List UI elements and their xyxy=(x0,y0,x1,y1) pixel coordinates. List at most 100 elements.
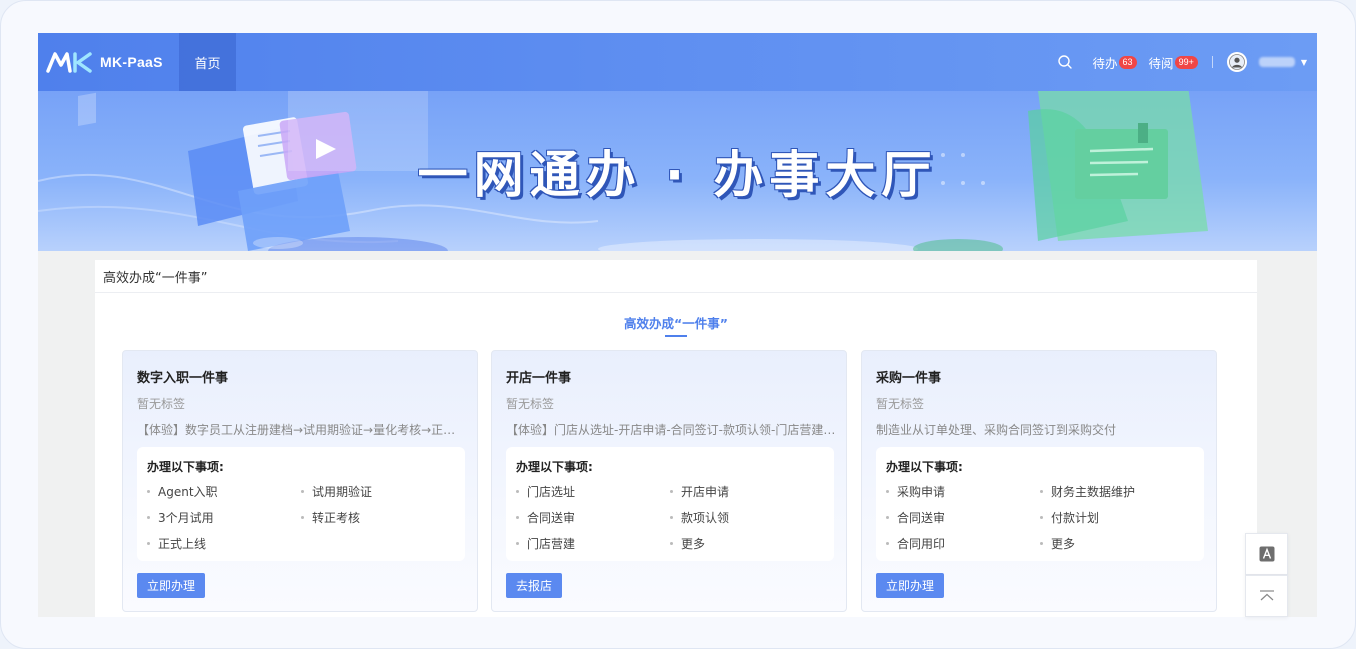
card-items-box: 办理以下事项: Agent入职 试用期验证 3个月试用 转正考核 正式上线 xyxy=(137,447,465,561)
font-size-button[interactable] xyxy=(1245,533,1288,575)
item-label: 付款计划 xyxy=(1051,511,1100,525)
card-title: 采购一件事 xyxy=(876,371,942,386)
bullet-dot xyxy=(886,490,889,493)
list-item[interactable]: 合同用印 xyxy=(886,535,945,552)
bullet-dot xyxy=(301,490,304,493)
list-item[interactable]: 试用期验证 xyxy=(301,483,372,500)
item-label: 合同送审 xyxy=(527,511,576,525)
floating-toolbar xyxy=(1245,533,1288,617)
item-label: 财务主数据维护 xyxy=(1051,485,1136,499)
items-title: 办理以下事项: xyxy=(886,460,963,474)
card-description: 【体验】数字员工从注册建档→试用期验证→量化考核→正式上线 xyxy=(137,423,467,437)
bullet-dot xyxy=(886,542,889,545)
item-label: 试用期验证 xyxy=(312,485,373,499)
card-items-box: 办理以下事项: 采购申请 财务主数据维护 合同送审 付款计划 合同用印 更多 xyxy=(876,447,1204,561)
person-icon xyxy=(1228,54,1245,70)
section-title: 高效办成“一件事” xyxy=(624,316,728,331)
nav-right: 待办 63 待阅 99+ ▼ xyxy=(1057,33,1307,91)
back-to-top-icon xyxy=(1259,590,1274,601)
item-label: Agent入职 xyxy=(158,485,218,499)
brand-name: MK-PaaS xyxy=(100,54,163,70)
bullet-dot xyxy=(1040,542,1043,545)
service-card-store-opening[interactable]: 开店一件事 暂无标签 【体验】门店从选址-开店申请-合同签订-款项认领-门店营建… xyxy=(491,350,847,612)
list-item[interactable]: 采购申请 xyxy=(886,483,945,500)
bullet-dot xyxy=(1040,490,1043,493)
nav-home[interactable]: 首页 xyxy=(179,33,236,91)
item-label: 开店申请 xyxy=(681,485,730,499)
handle-now-button[interactable]: 立即办理 xyxy=(876,573,945,598)
list-item[interactable]: 门店选址 xyxy=(516,483,575,500)
list-item[interactable]: 财务主数据维护 xyxy=(1040,483,1135,500)
service-card-onboarding[interactable]: 数字入职一件事 暂无标签 【体验】数字员工从注册建档→试用期验证→量化考核→正式… xyxy=(122,350,478,612)
banner-title: 一网通办 · 办事大厅 xyxy=(417,146,938,204)
mk-logo-icon xyxy=(46,52,92,73)
go-apply-button[interactable]: 去报店 xyxy=(506,573,563,598)
toread-link[interactable]: 待阅 99+ xyxy=(1149,53,1198,72)
list-item[interactable]: 开店申请 xyxy=(670,483,729,500)
item-label: 3个月试用 xyxy=(158,511,214,525)
content-panel: 高效办成“一件事” 高效办成“一件事” 数字入职一件事 暂无标签 【体验】数字员… xyxy=(95,260,1257,617)
list-item[interactable]: 转正考核 xyxy=(301,509,360,526)
list-item[interactable]: 合同送审 xyxy=(886,509,945,526)
bullet-dot xyxy=(516,516,519,519)
bullet-dot xyxy=(147,516,150,519)
item-label: 转正考核 xyxy=(312,511,361,525)
list-item-more[interactable]: 更多 xyxy=(670,535,705,552)
service-card-procurement[interactable]: 采购一件事 暂无标签 制造业从订单处理、采购合同签订到采购交付 办理以下事项: … xyxy=(861,350,1217,612)
user-avatar-icon[interactable] xyxy=(1226,52,1247,72)
app: MK-PaaS 首页 待办 63 待阅 99+ ▼ 一网通办 · 办事大厅 高效… xyxy=(38,33,1317,617)
todo-label: 待办 xyxy=(1092,55,1118,71)
toread-label: 待阅 xyxy=(1148,55,1174,71)
chevron-down-icon[interactable]: ▼ xyxy=(1301,58,1307,67)
font-size-icon xyxy=(1259,546,1274,562)
card-description: 制造业从订单处理、采购合同签订到采购交付 xyxy=(876,423,1117,437)
toread-count-badge: 99+ xyxy=(1174,55,1198,69)
item-label: 采购申请 xyxy=(897,485,946,499)
bullet-dot xyxy=(301,516,304,519)
item-label: 更多 xyxy=(681,537,706,551)
item-label: 款项认领 xyxy=(681,511,730,525)
bullet-dot xyxy=(670,490,673,493)
card-description: 【体验】门店从选址-开店申请-合同签订-款项认领-门店营建-开业 xyxy=(506,423,836,437)
bullet-dot xyxy=(1040,516,1043,519)
search-icon[interactable] xyxy=(1057,54,1073,70)
back-to-top-button[interactable] xyxy=(1245,575,1288,617)
item-label: 门店选址 xyxy=(527,485,576,499)
card-tag: 暂无标签 xyxy=(876,397,925,411)
bullet-dot xyxy=(670,542,673,545)
item-label: 正式上线 xyxy=(158,537,207,551)
item-label: 更多 xyxy=(1051,537,1076,551)
card-title: 数字入职一件事 xyxy=(137,371,229,386)
logo[interactable]: MK-PaaS xyxy=(46,51,163,73)
todo-link[interactable]: 待办 63 xyxy=(1093,53,1137,72)
list-item-more[interactable]: 更多 xyxy=(1040,535,1075,552)
list-item[interactable]: 正式上线 xyxy=(147,535,206,552)
card-title: 开店一件事 xyxy=(506,371,572,386)
section-underline xyxy=(665,335,687,337)
nav-divider xyxy=(1211,56,1213,68)
bullet-dot xyxy=(516,542,519,545)
top-navbar: MK-PaaS 首页 待办 63 待阅 99+ ▼ xyxy=(38,33,1317,91)
item-label: 合同送审 xyxy=(897,511,946,525)
bullet-dot xyxy=(147,490,150,493)
todo-count-badge: 63 xyxy=(1118,55,1137,69)
item-label: 门店营建 xyxy=(527,537,576,551)
username-blurred[interactable] xyxy=(1258,57,1295,67)
hero-banner: 一网通办 · 办事大厅 xyxy=(38,91,1317,251)
list-item[interactable]: 合同送审 xyxy=(516,509,575,526)
item-label: 合同用印 xyxy=(897,537,946,551)
bullet-dot xyxy=(516,490,519,493)
handle-now-button[interactable]: 立即办理 xyxy=(137,573,206,598)
card-items-box: 办理以下事项: 门店选址 开店申请 合同送审 款项认领 门店营建 更多 xyxy=(506,447,834,561)
list-item[interactable]: 门店营建 xyxy=(516,535,575,552)
list-item[interactable]: 3个月试用 xyxy=(147,509,214,526)
items-title: 办理以下事项: xyxy=(147,460,224,474)
card-tag: 暂无标签 xyxy=(506,397,555,411)
bullet-dot xyxy=(886,516,889,519)
panel-header: 高效办成“一件事” xyxy=(95,260,1257,293)
items-title: 办理以下事项: xyxy=(516,460,593,474)
bullet-dot xyxy=(670,516,673,519)
list-item[interactable]: 付款计划 xyxy=(1040,509,1099,526)
list-item[interactable]: Agent入职 xyxy=(147,483,218,500)
list-item[interactable]: 款项认领 xyxy=(670,509,729,526)
